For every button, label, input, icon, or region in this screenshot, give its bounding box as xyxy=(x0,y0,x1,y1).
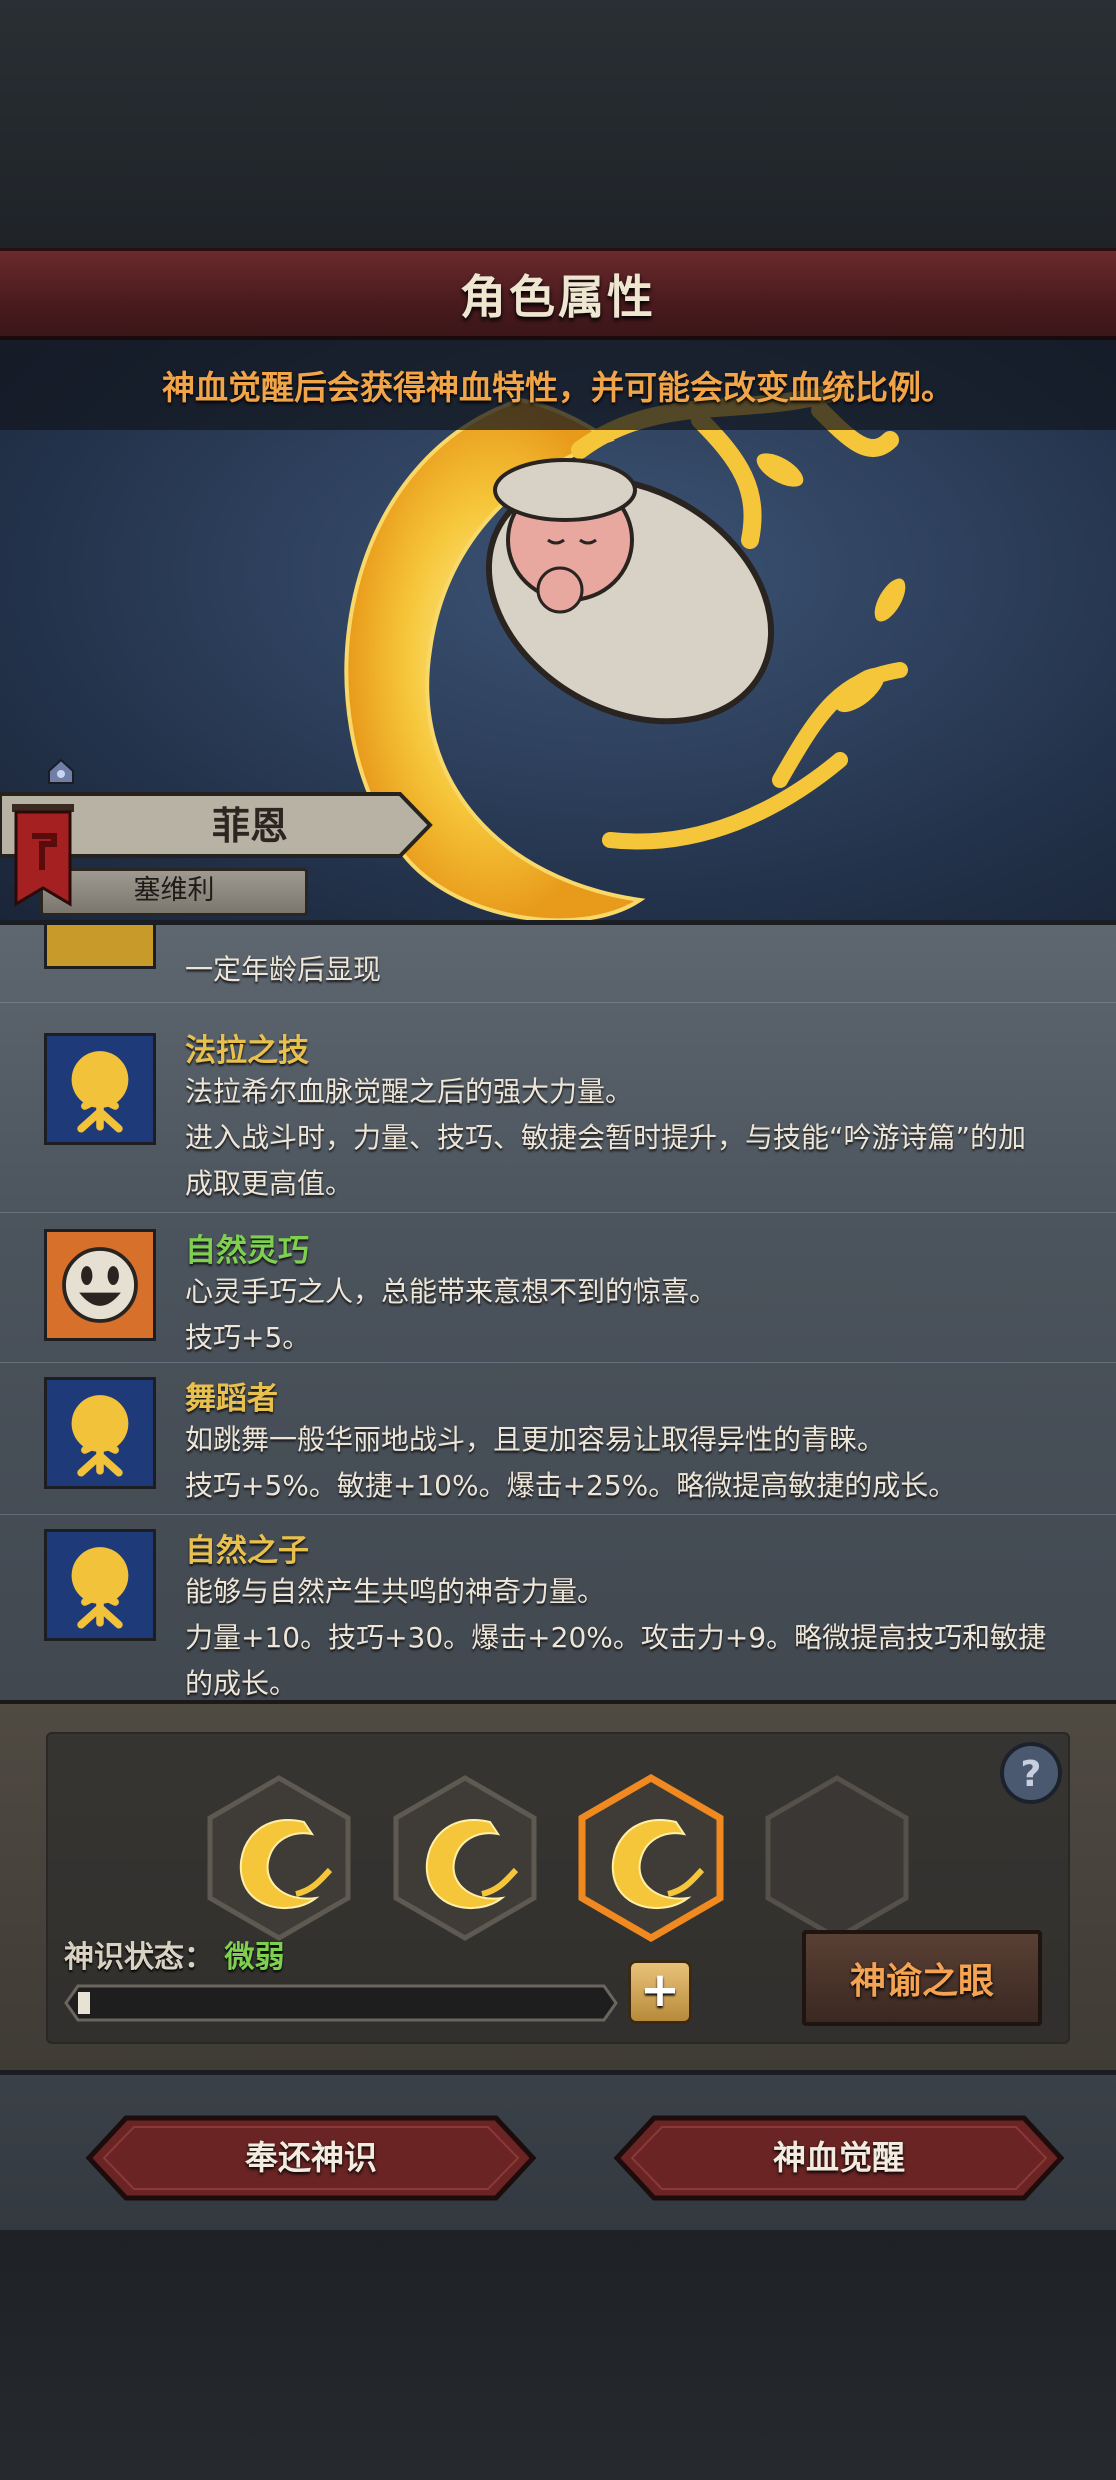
divine-awaken-label: 神血觉醒 xyxy=(773,2138,905,2177)
list-item: 舞蹈者 如跳舞一般华丽地战斗，且更加容易让取得异性的青睐。 技巧+5%。敏捷+1… xyxy=(0,1373,1116,1515)
awakening-inner-panel: ? 神识状态： 微弱 + 神谕之眼 xyxy=(46,1732,1070,2044)
page-title: 角色属性 xyxy=(460,269,656,324)
trait-line: 力量+10。技巧+30。爆击+20%。攻击力+9。略微提高技巧和敏捷 xyxy=(185,1621,1047,1654)
trait-line: 心灵手巧之人，总能带来意想不到的惊喜。 xyxy=(185,1275,718,1308)
rank-house-icon xyxy=(48,758,74,784)
status-value: 微弱 xyxy=(224,1940,285,1975)
golden-tree-icon xyxy=(44,1377,156,1489)
red-banner-flag-icon xyxy=(12,804,74,907)
trait-line: 技巧+5%。敏捷+10%。爆击+25%。略微提高敏捷的成长。 xyxy=(185,1469,957,1502)
list-item: 自然之子 能够与自然产生共鸣的神奇力量。 力量+10。技巧+30。爆击+20%。… xyxy=(0,1525,1116,1700)
trait-line: 能够与自然产生共鸣的神奇力量。 xyxy=(185,1575,606,1608)
trait-line: 进入战斗时，力量、技巧、敏捷会暂时提升，与技能“吟游诗篇”的加 xyxy=(185,1121,1027,1154)
trait-name: 自然之子 xyxy=(185,1533,309,1569)
hint-text: 神血觉醒后会获得神血特性，并可能会改变血统比例。 xyxy=(162,368,954,407)
trait-list[interactable]: 一定年龄后显现 法拉之技 法拉希尔血脉觉醒之后的强大力量。 进入战斗时，力量、技… xyxy=(0,920,1116,1700)
hint-banner: 神血觉醒后会获得神血特性，并可能会改变血统比例。 xyxy=(0,340,1116,430)
trait-name: 法拉之技 xyxy=(185,1033,309,1069)
character-name: 菲恩 xyxy=(211,804,288,848)
trait-description: 一定年龄后显现 xyxy=(185,947,1065,993)
awakening-slot-2[interactable] xyxy=(390,1774,540,1942)
return-divinity-button[interactable]: 奉还神识 xyxy=(85,2115,537,2201)
swaddled-baby-image xyxy=(485,458,775,725)
oracle-eye-label: 神谕之眼 xyxy=(849,1961,994,2002)
smiley-face-icon xyxy=(44,1229,156,1341)
help-question-icon[interactable]: ? xyxy=(998,1740,1064,1806)
awakening-panel: ? 神识状态： 微弱 + 神谕之眼 xyxy=(0,1700,1116,2070)
return-divinity-label: 奉还神识 xyxy=(245,2138,377,2177)
list-item: 法拉之技 法拉希尔血脉觉醒之后的强大力量。 进入战斗时，力量、技巧、敏捷会暂时提… xyxy=(0,1023,1116,1213)
add-button[interactable]: + xyxy=(628,1960,692,2024)
trait-line: 一定年龄后显现 xyxy=(185,953,382,986)
top-background xyxy=(0,0,1116,250)
trait-description: 法拉希尔血脉觉醒之后的强大力量。 进入战斗时，力量、技巧、敏捷会暂时提升，与技能… xyxy=(185,1069,1065,1207)
trait-description: 如跳舞一般华丽地战斗，且更加容易让取得异性的青睐。 技巧+5%。敏捷+10%。爆… xyxy=(185,1417,1065,1509)
trait-line: 如跳舞一般华丽地战斗，且更加容易让取得异性的青睐。 xyxy=(185,1423,886,1456)
trait-name: 自然灵巧 xyxy=(185,1233,309,1269)
list-item: 一定年龄后显现 xyxy=(0,925,1116,1003)
trait-line: 成取更高值。 xyxy=(185,1167,354,1200)
golden-tree-icon xyxy=(44,1033,156,1145)
awakening-status: 神识状态： 微弱 xyxy=(64,1932,284,1976)
oracle-eye-button[interactable]: 神谕之眼 xyxy=(802,1930,1042,2026)
character-origin: 塞维利 xyxy=(133,875,215,906)
bottom-background xyxy=(0,2230,1116,2480)
footer-bar: 奉还神识 神血觉醒 xyxy=(0,2070,1116,2230)
progress-fill xyxy=(78,1992,90,2014)
awakening-slot-4-empty[interactable] xyxy=(762,1774,912,1942)
trait-description: 心灵手巧之人，总能带来意想不到的惊喜。 技巧+5。 xyxy=(185,1269,1065,1361)
trait-line: 的成长。 xyxy=(185,1667,298,1700)
awakening-progress-bar xyxy=(64,1984,618,2022)
trait-description: 能够与自然产生共鸣的神奇力量。 力量+10。技巧+30。爆击+20%。攻击力+9… xyxy=(185,1569,1065,1700)
trait-name: 舞蹈者 xyxy=(185,1381,278,1417)
list-item: 自然灵巧 心灵手巧之人，总能带来意想不到的惊喜。 技巧+5。 xyxy=(0,1223,1116,1363)
trait-line: 技巧+5。 xyxy=(185,1321,311,1354)
golden-tree-icon xyxy=(44,1529,156,1641)
awakening-slot-3-selected[interactable] xyxy=(576,1774,726,1942)
svg-text:?: ? xyxy=(1021,1754,1042,1795)
status-label: 神识状态： xyxy=(64,1940,214,1975)
awakening-slot-1[interactable] xyxy=(204,1774,354,1942)
trait-line: 法拉希尔血脉觉醒之后的强大力量。 xyxy=(185,1075,634,1108)
locked-trait-icon xyxy=(44,925,156,969)
divine-awaken-button[interactable]: 神血觉醒 xyxy=(613,2115,1065,2201)
header-bar: 角色属性 xyxy=(0,248,1116,340)
